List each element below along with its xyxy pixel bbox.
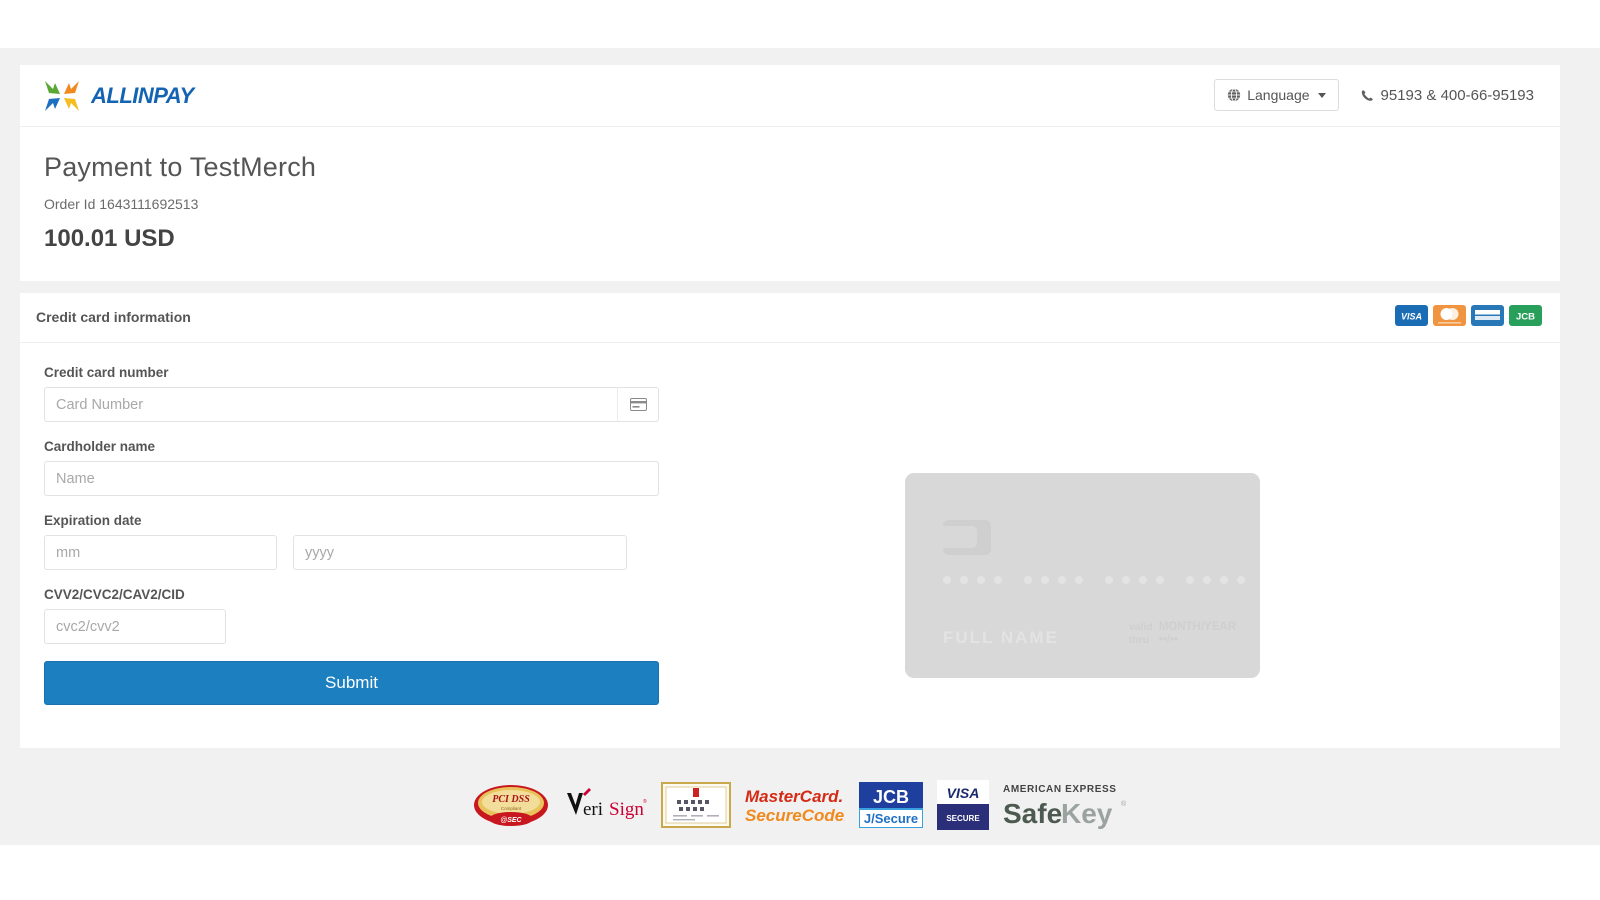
valid-value-line1: MONTH/YEAR [1158,621,1236,633]
card-number-input[interactable] [44,387,617,422]
svg-text:PCI DSS: PCI DSS [492,794,530,805]
svg-text:Sign: Sign [609,799,644,820]
cvv-field-group: CVV2/CVC2/CAV2/CID [44,587,659,644]
credit-card-panel-header: Credit card information VISA JCB [20,293,1560,343]
svg-text:SECURE: SECURE [946,814,980,823]
order-summary: Payment to TestMerch Order Id 1643111692… [20,127,1560,281]
credit-card-form-area: Credit card number Cardholder [20,343,1560,705]
card-preview-valid-thru: valid thru MONTH/YEAR ••/•• [1129,621,1236,647]
language-label: Language [1247,87,1310,103]
card-number-label: Credit card number [44,365,169,380]
svg-text:Compliant: Compliant [501,806,522,811]
submit-button[interactable]: Submit [44,661,659,705]
svg-text:JCB: JCB [873,787,909,807]
phone-icon [1361,89,1373,101]
certificate-badge [661,782,731,828]
jcb-jsecure-badge: JCB J/Secure [859,782,923,828]
card-chip-icon [943,520,991,555]
expiration-inputs [44,535,659,570]
visa-brand-icon: VISA [1395,305,1428,326]
page-title: Payment to TestMerch [44,152,317,182]
globe-icon [1228,88,1241,102]
trust-badges: PCI DSS Compliant @SEC eri Sign ® Master… [0,765,1600,845]
chevron-down-icon [1317,92,1326,98]
verisign-badge: eri Sign ® [567,788,647,820]
svg-text:AMERICAN EXPRESS: AMERICAN EXPRESS [1003,784,1117,795]
cvv-label: CVV2/CVC2/CAV2/CID [44,587,185,602]
valid-label-line1: valid [1128,621,1153,633]
visa-secure-badge: VISA SECURE [937,780,989,830]
amex-brand-icon [1471,305,1504,326]
phone-number: 95193 & 400-66-95193 [1380,86,1534,104]
pci-dss-badge: PCI DSS Compliant @SEC [474,785,548,826]
mastercard-brand-icon [1433,305,1466,326]
svg-text:ALLINPAY: ALLINPAY [91,83,197,108]
svg-text:@SEC: @SEC [500,817,522,824]
language-button[interactable]: Language [1214,79,1339,111]
logo-wordmark: ALLINPAY [91,83,197,108]
cardholder-field-group: Cardholder name [44,439,659,496]
header-panel: ALLINPAY Language 95193 & 400-66-95193 P… [20,65,1560,282]
dot-group [1105,576,1164,584]
svg-text:J/Secure: J/Secure [864,811,918,826]
card-number-placeholder-dots [943,576,1245,584]
amex-safekey-badge: AMERICAN EXPRESS Safe Key ® [1003,784,1127,829]
card-preview-illustration: FULL NAME valid thru MONTH/YEAR ••/•• [905,473,1260,678]
dot-group [943,576,1002,584]
credit-card-form: Credit card number Cardholder [44,365,659,705]
credit-card-icon [617,387,659,422]
order-amount: 100.01 USD [44,225,175,253]
order-id: Order Id 1643111692513 [44,196,199,213]
expiration-label: Expiration date [44,513,142,528]
svg-text:®: ® [643,798,647,805]
mastercard-securecode-badge: MasterCard. SecureCode. [745,787,845,825]
svg-text:VISA: VISA [1401,312,1422,322]
logo[interactable]: ALLINPAY [42,76,239,116]
four-arrows-logo-icon [45,81,79,111]
card-number-field-group: Credit card number [44,365,659,422]
svg-text:®: ® [1121,800,1127,808]
valid-value-line2: ••/•• [1158,634,1178,646]
credit-card-panel: Credit card information VISA JCB Credit … [20,293,1560,748]
cardholder-name-input[interactable] [44,461,659,496]
dot-group [1024,576,1083,584]
expiration-field-group: Expiration date [44,513,659,570]
cvv-input[interactable] [44,609,226,644]
dot-group [1186,576,1245,584]
section-title: Credit card information [36,309,191,325]
brand-bar: ALLINPAY Language 95193 & 400-66-95193 [20,65,1560,127]
page-background: ALLINPAY Language 95193 & 400-66-95193 P… [0,48,1600,845]
mastercard-line2: SecureCode. [745,806,845,825]
jcb-brand-icon: JCB [1509,305,1542,326]
svg-text:Key: Key [1061,798,1113,829]
svg-text:eri: eri [583,799,603,820]
svg-text:Safe: Safe [1003,798,1062,829]
support-phone: 95193 & 400-66-95193 [1361,87,1534,104]
mastercard-line1: MasterCard. [745,787,843,806]
accepted-brands: VISA JCB [1395,305,1542,326]
header-actions: Language 95193 & 400-66-95193 [1214,79,1534,111]
cardholder-label: Cardholder name [44,439,156,454]
svg-text:VISA: VISA [947,785,980,801]
expiration-year-input[interactable] [293,535,627,570]
valid-label-line2: thru [1128,634,1150,646]
card-preview-name: FULL NAME [943,628,1059,647]
svg-text:JCB: JCB [1516,312,1535,323]
expiration-month-input[interactable] [44,535,277,570]
card-number-input-group [44,387,659,422]
